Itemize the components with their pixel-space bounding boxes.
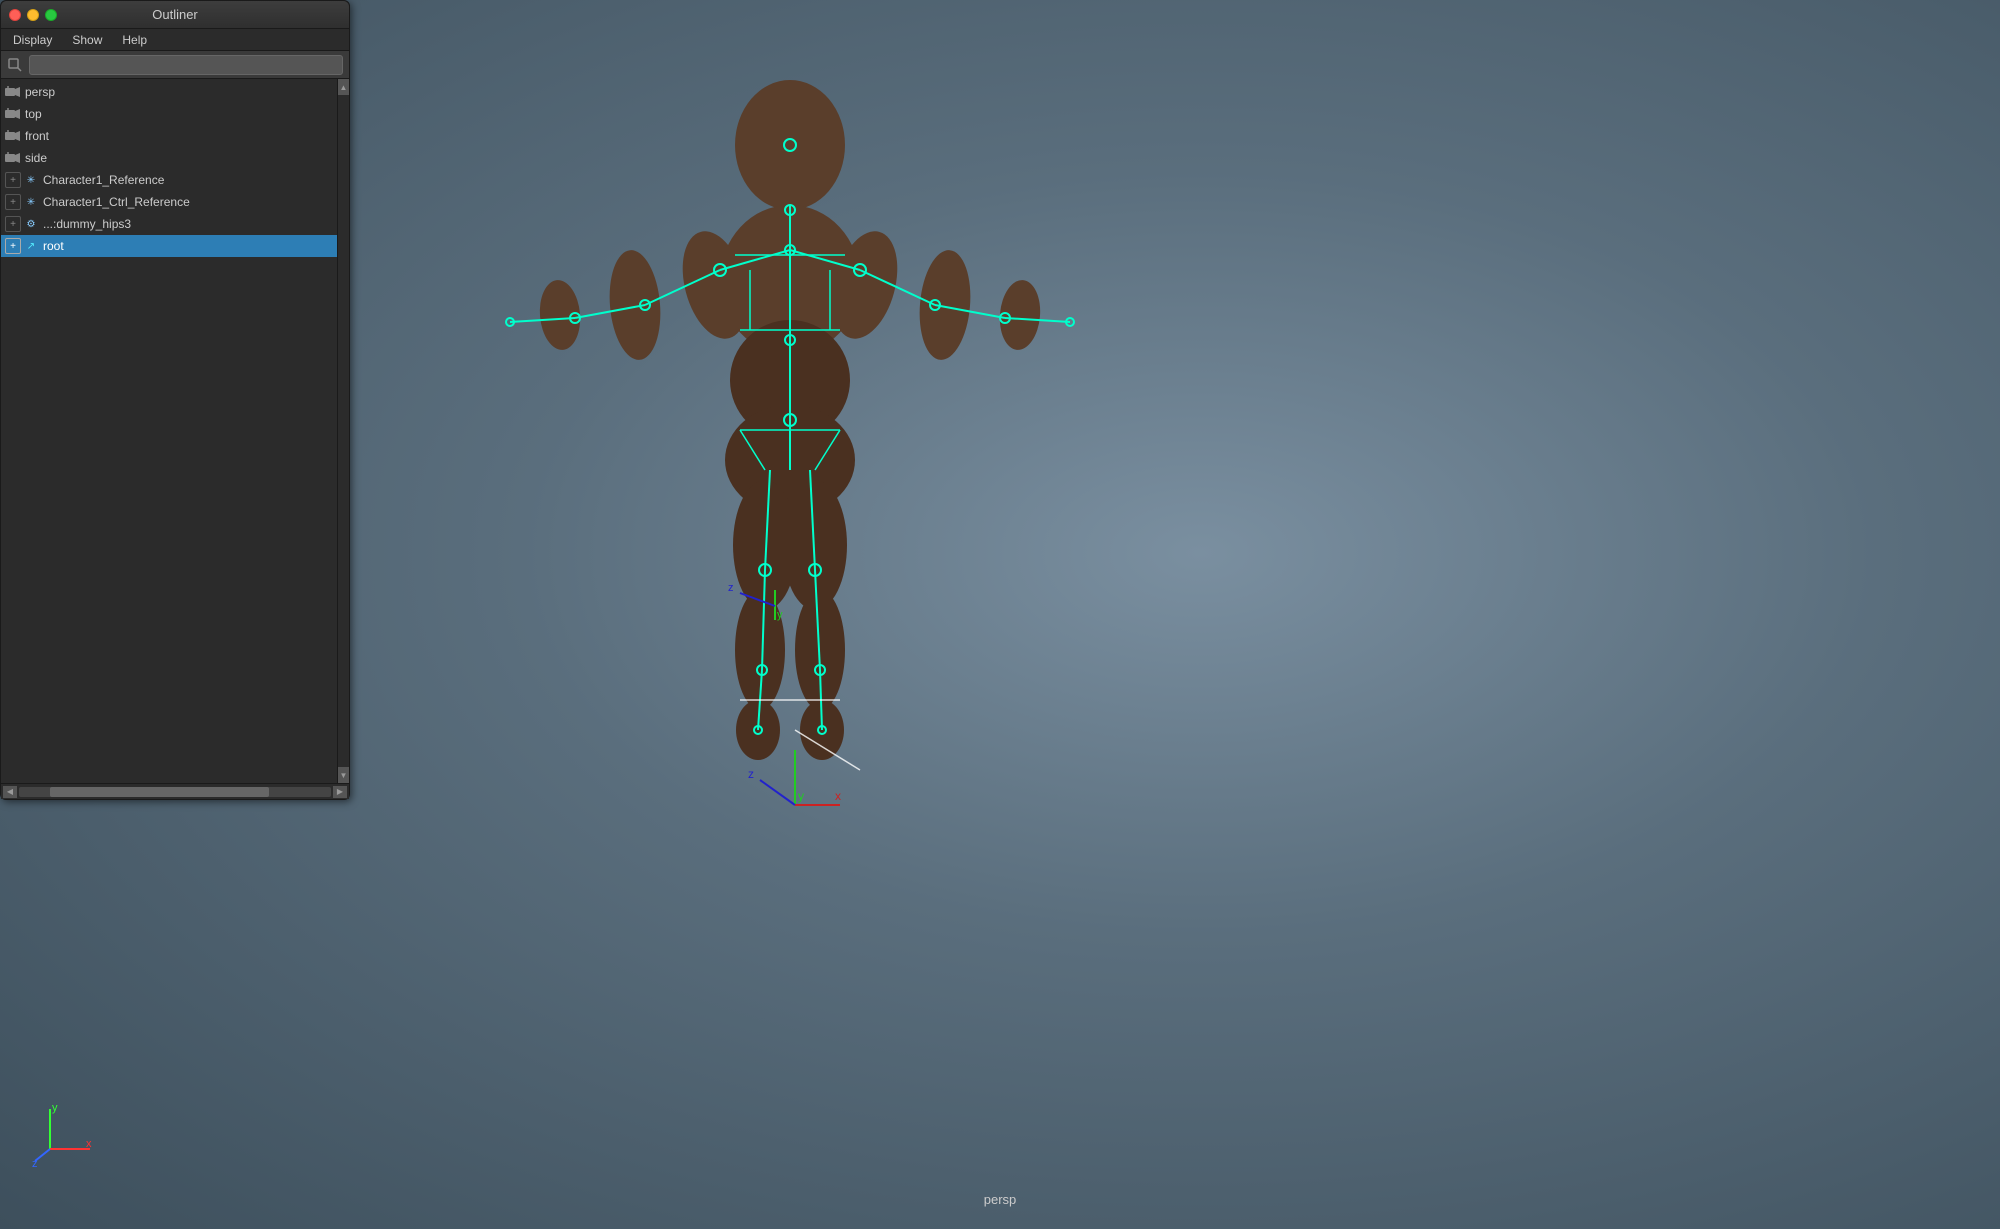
tree-item-side[interactable]: side xyxy=(1,147,337,169)
reference-icon-char1ctrl: ✳ xyxy=(23,194,39,210)
tree-item-label-persp: persp xyxy=(25,85,55,99)
title-bar: Outliner xyxy=(1,1,349,29)
tree-item-label-front: front xyxy=(25,129,49,143)
tree-item-front[interactable]: front xyxy=(1,125,337,147)
tree-item-label-side: side xyxy=(25,151,47,165)
camera-icon-side xyxy=(5,150,21,166)
tree-item-dummyhips[interactable]: + ⚙ ...:dummy_hips3 xyxy=(1,213,337,235)
svg-text:z: z xyxy=(748,767,754,781)
svg-text:y: y xyxy=(52,1102,58,1114)
scroll-up-arrow[interactable]: ▲ xyxy=(338,79,350,95)
tree-item-label-char1ctrlref: Character1_Ctrl_Reference xyxy=(43,195,190,209)
tree-item-label-char1ref: Character1_Reference xyxy=(43,173,164,187)
camera-icon-front xyxy=(5,128,21,144)
tree-item-char1ref[interactable]: + ✳ Character1_Reference xyxy=(1,169,337,191)
scroll-down-arrow[interactable]: ▼ xyxy=(338,767,350,783)
search-bar xyxy=(1,51,349,79)
character-skeleton-svg: y x z y z xyxy=(380,50,1200,870)
outliner-panel: Outliner Display Show Help xyxy=(0,0,350,800)
traffic-lights xyxy=(9,9,57,21)
svg-text:z: z xyxy=(32,1158,38,1169)
svg-text:x: x xyxy=(86,1138,92,1150)
tree-item-label-top: top xyxy=(25,107,42,121)
camera-icon-top xyxy=(5,106,21,122)
menu-help[interactable]: Help xyxy=(118,31,151,49)
expand-root[interactable]: + xyxy=(5,238,21,254)
axis-indicator: y x z xyxy=(30,1099,100,1169)
scroll-thumb xyxy=(50,787,268,797)
tree-item-char1ctrlref[interactable]: + ✳ Character1_Ctrl_Reference xyxy=(1,191,337,213)
svg-text:y: y xyxy=(777,609,783,621)
menu-bar: Display Show Help xyxy=(1,29,349,51)
reference-icon-char1: ✳ xyxy=(23,172,39,188)
minimize-button[interactable] xyxy=(27,9,39,21)
expand-char1ref[interactable]: + xyxy=(5,172,21,188)
tree-item-top[interactable]: top xyxy=(1,103,337,125)
tree-area: persp top xyxy=(1,79,349,783)
maximize-button[interactable] xyxy=(45,9,57,21)
svg-text:z: z xyxy=(728,582,734,594)
vertical-scrollbar[interactable]: ▲ ▼ xyxy=(337,79,349,783)
expand-dummyhips[interactable]: + xyxy=(5,216,21,232)
horizontal-scrollbar[interactable]: ◀ ▶ xyxy=(1,783,349,799)
window-title: Outliner xyxy=(152,7,198,22)
tree-item-label-dummyhips: ...:dummy_hips3 xyxy=(43,217,131,231)
scroll-thumb-track[interactable] xyxy=(19,787,331,797)
tree-content: persp top xyxy=(1,79,337,783)
hips-icon: ⚙ xyxy=(23,216,39,232)
tree-item-root[interactable]: + ↗ root xyxy=(1,235,337,257)
close-button[interactable] xyxy=(9,9,21,21)
root-icon: ↗ xyxy=(23,238,39,254)
scroll-left-arrow[interactable]: ◀ xyxy=(3,786,17,798)
camera-label: persp xyxy=(984,1192,1017,1207)
svg-text:x: x xyxy=(835,789,841,803)
camera-icon-persp xyxy=(5,84,21,100)
search-icon xyxy=(7,57,23,73)
menu-display[interactable]: Display xyxy=(9,31,56,49)
scroll-right-arrow[interactable]: ▶ xyxy=(333,786,347,798)
tree-item-label-root: root xyxy=(43,239,64,253)
menu-show[interactable]: Show xyxy=(68,31,106,49)
search-input[interactable] xyxy=(29,55,343,75)
app-container: y x z y z y x z xyxy=(0,0,2000,1229)
tree-item-persp[interactable]: persp xyxy=(1,81,337,103)
svg-text:y: y xyxy=(798,789,804,803)
expand-char1ctrlref[interactable]: + xyxy=(5,194,21,210)
